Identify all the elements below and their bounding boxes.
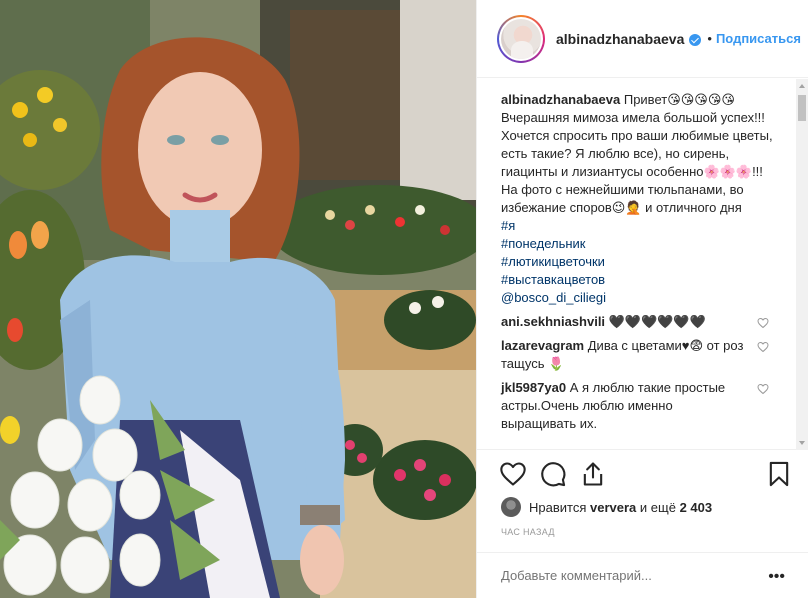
scroll-up-arrow-icon[interactable]	[799, 84, 805, 88]
share-icon[interactable]	[579, 460, 607, 488]
scroll-down-arrow-icon[interactable]	[799, 441, 805, 445]
photo-woman-with-tulips	[0, 0, 476, 598]
header-username[interactable]: albinadzhanabaeva	[556, 31, 684, 47]
avatar[interactable]	[497, 14, 545, 63]
heart-icon[interactable]	[499, 460, 527, 488]
caption-username[interactable]: albinadzhanabaeva	[501, 92, 620, 107]
comments-scrollbar[interactable]	[796, 79, 808, 450]
likes-prefix: Нравится	[529, 499, 587, 515]
comment-item: jkl5987ya0 А я люблю такие простые астры…	[501, 379, 769, 433]
verified-badge-icon	[689, 33, 702, 46]
comment-username[interactable]: jkl5987ya0	[501, 380, 566, 395]
likes-middle: и ещё	[639, 499, 676, 515]
avatar-frame	[499, 16, 543, 61]
hashtag-link[interactable]: #лютикицветочки	[501, 253, 773, 271]
more-options-icon[interactable]: •••	[768, 568, 785, 586]
hashtag-link[interactable]: #я	[501, 217, 773, 235]
follow-button[interactable]: Подписаться	[716, 31, 801, 46]
caption-text: Привет😘😘😘😘😘 Вчерашняя мимоза имела больш…	[501, 92, 773, 215]
comment-like-heart-icon[interactable]	[757, 383, 769, 395]
post-caption: albinadzhanabaeva Привет😘😘😘😘😘 Вчерашняя …	[501, 91, 773, 307]
post-actions	[477, 456, 808, 496]
mention-link[interactable]: @bosco_di_ciliegi	[501, 289, 773, 307]
bookmark-icon[interactable]	[765, 460, 793, 488]
comments-list[interactable]: albinadzhanabaeva Привет😘😘😘😘😘 Вчерашняя …	[477, 79, 808, 450]
likes-count[interactable]: 2 403	[680, 500, 713, 515]
hashtag-link[interactable]: #выставкацветов	[501, 271, 773, 289]
liker-avatar[interactable]	[501, 497, 521, 517]
comment-like-heart-icon[interactable]	[757, 341, 769, 353]
post-header: albinadzhanabaeva • Подписаться	[477, 0, 808, 78]
hashtag-link[interactable]: #понедельник	[501, 235, 773, 253]
header-separator: •	[707, 31, 712, 46]
post-timestamp[interactable]: ЧАС НАЗАД	[501, 527, 555, 537]
post-side-panel: albinadzhanabaeva • Подписаться albinadz…	[476, 0, 808, 598]
comment-item: lazarevagram Дива с цветами♥😨 от роз тащ…	[501, 337, 769, 373]
avatar-image	[501, 18, 541, 59]
comment-item: ani.sekhniashvili 🖤🖤🖤🖤🖤🖤	[501, 313, 769, 331]
add-comment-bar: •••	[477, 552, 808, 598]
comment-username[interactable]: lazarevagram	[501, 338, 584, 353]
comment-icon[interactable]	[539, 460, 567, 488]
comment-username[interactable]: ani.sekhniashvili	[501, 314, 605, 329]
add-comment-input[interactable]	[501, 568, 741, 583]
comment-text: 🖤🖤🖤🖤🖤🖤	[608, 314, 706, 329]
comment-like-heart-icon[interactable]	[757, 317, 769, 329]
likes-summary: Нравится ververa и ещё 2 403	[501, 496, 712, 518]
scrollbar-thumb[interactable]	[798, 95, 806, 121]
liker-username[interactable]: ververa	[590, 500, 636, 515]
post-photo[interactable]	[0, 0, 476, 598]
